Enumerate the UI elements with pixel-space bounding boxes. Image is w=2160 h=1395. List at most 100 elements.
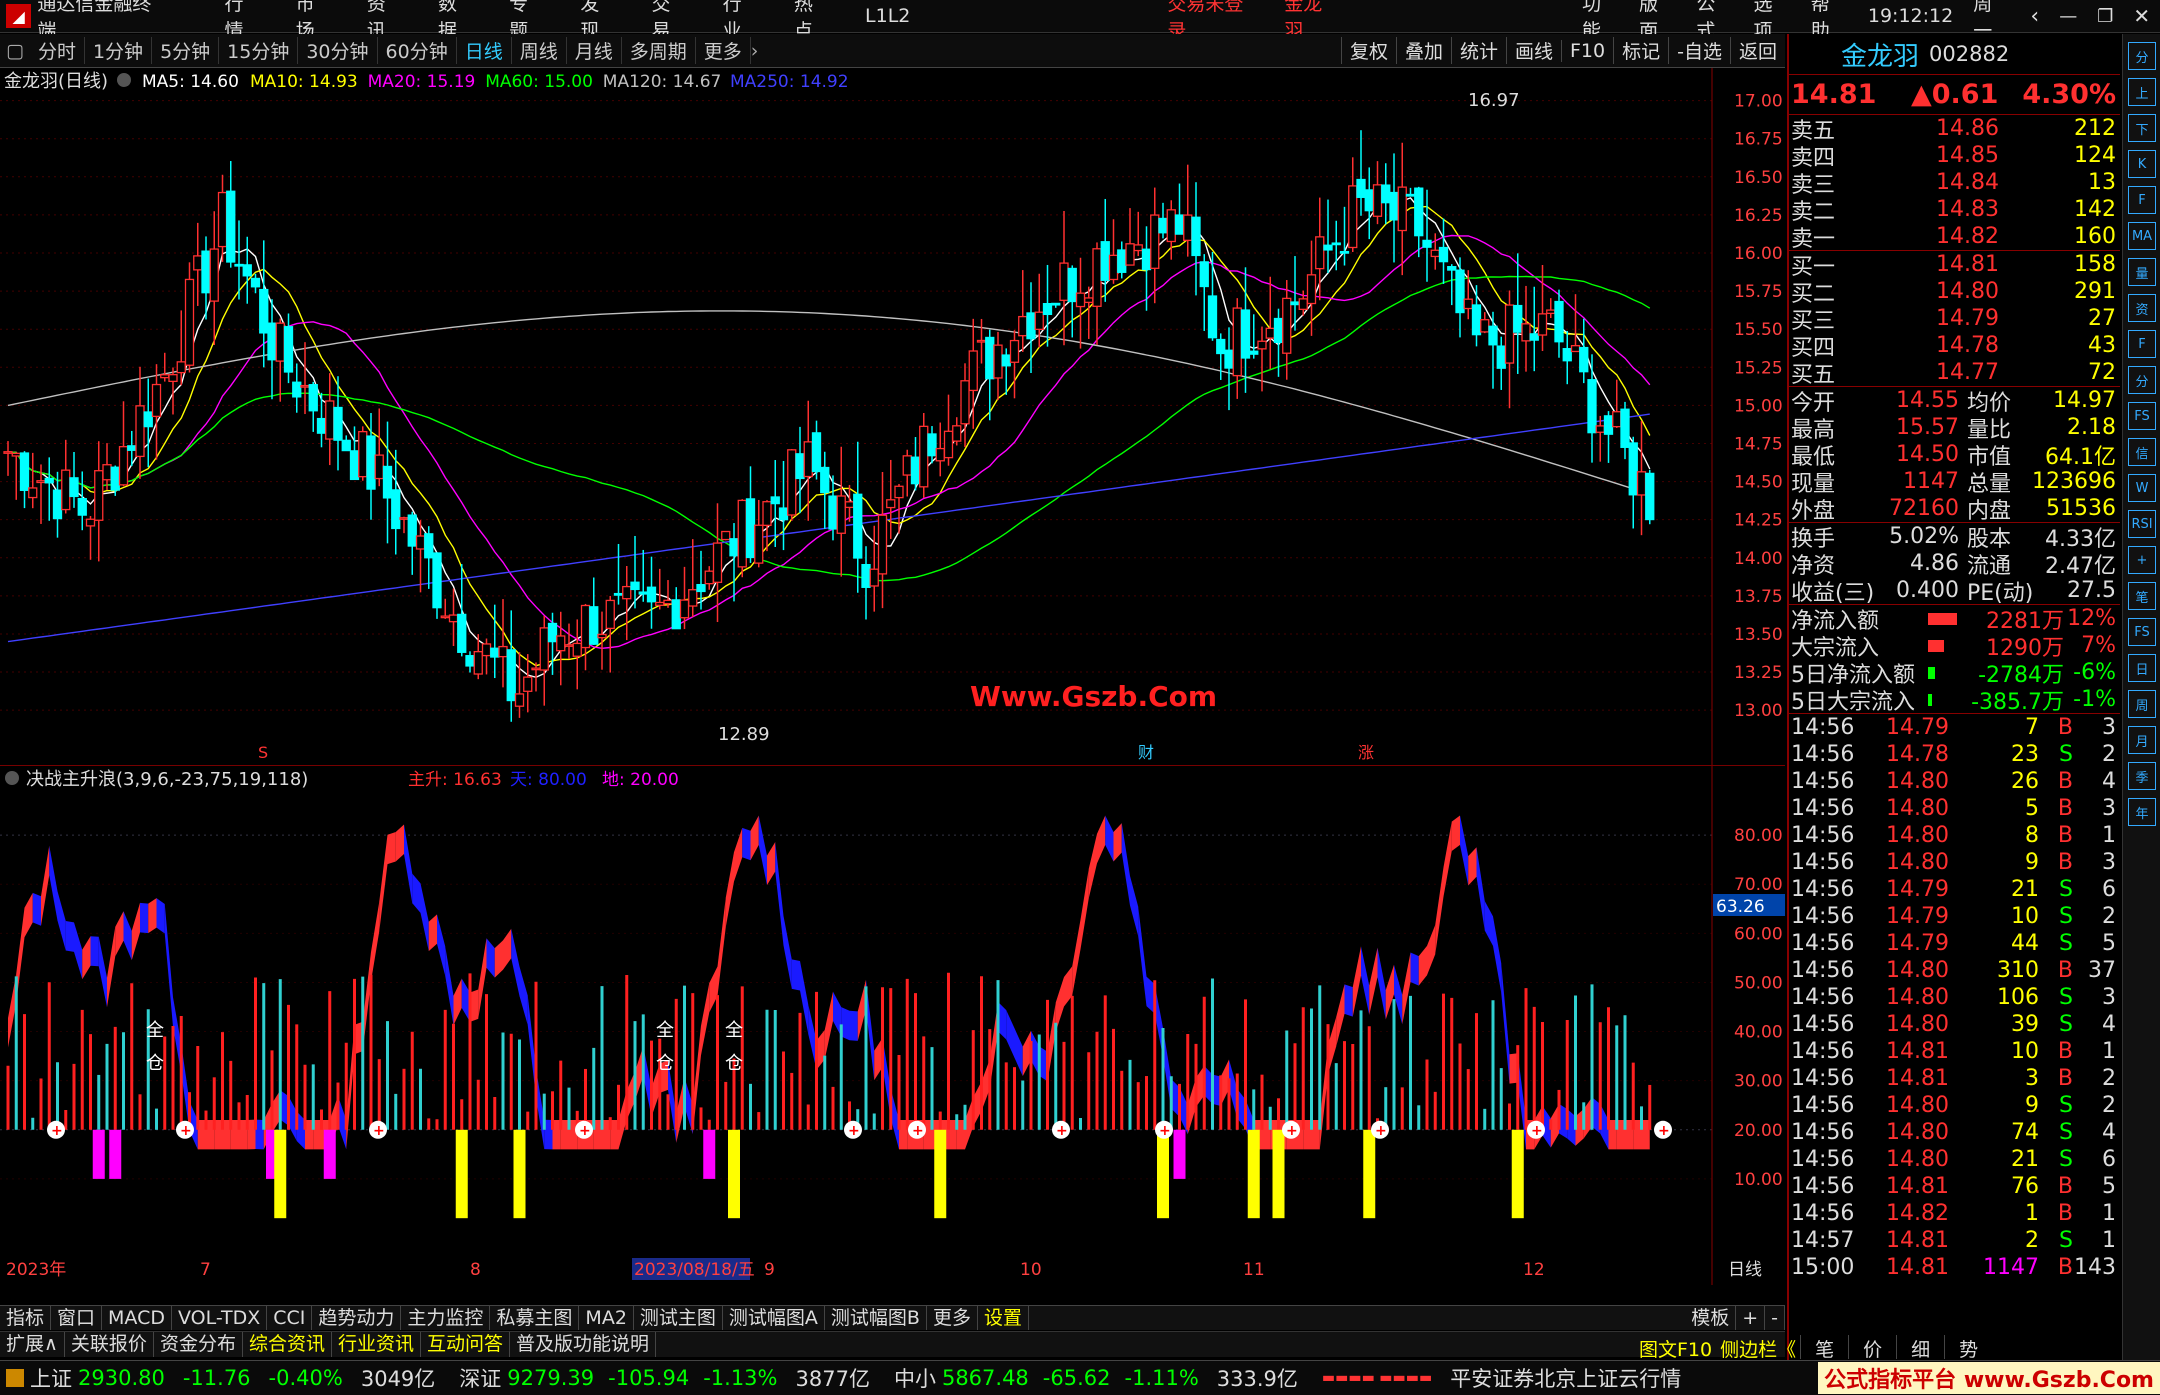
tool-diejia[interactable]: 叠加 [1395, 37, 1451, 64]
period-5min[interactable]: 5分钟 [152, 37, 220, 64]
sidebar-tool-icon[interactable]: 月 [2128, 726, 2156, 754]
tab-kuozhan[interactable]: 扩展∧ [0, 1332, 65, 1357]
tab-zonghe[interactable]: 综合资讯 [243, 1332, 332, 1357]
sidebar-tool-icon[interactable]: K [2128, 150, 2156, 178]
sidebar-tool-icon[interactable]: 笔 [2128, 582, 2156, 610]
sidebar-tool-icon[interactable]: 资 [2128, 294, 2156, 322]
sidebar-tool-icon[interactable]: F [2128, 330, 2156, 358]
tab-zijin[interactable]: 资金分布 [154, 1332, 243, 1357]
indicator-band-segment [453, 978, 462, 1026]
tool-fanhui[interactable]: 返回 [1729, 37, 1785, 64]
tick-count: 2 [2102, 1066, 2116, 1091]
tool-tongji[interactable]: 统计 [1450, 37, 1506, 64]
tab-ceshi-zhutu[interactable]: 测试主图 [634, 1306, 723, 1330]
candle-body [886, 499, 896, 509]
sidebar-tool-icon[interactable]: 年 [2128, 798, 2156, 826]
menu-item-l1l2[interactable]: L1L2 [865, 5, 910, 27]
settings-icon[interactable] [117, 73, 131, 87]
tab-cci[interactable]: CCI [267, 1306, 313, 1330]
sidebar-tool-icon[interactable]: 信 [2128, 438, 2156, 466]
tab-xi[interactable]: 细 [1896, 1335, 1944, 1361]
zx-label[interactable]: 中小 [894, 1363, 936, 1393]
tab-hangye[interactable]: 行业资讯 [332, 1332, 421, 1357]
sidebar-tool-icon[interactable]: 分 [2128, 42, 2156, 70]
sidebar-tool-icon[interactable]: 下 [2128, 114, 2156, 142]
tool-huaxian[interactable]: 画线 [1505, 37, 1561, 64]
sidebar-tool-icon[interactable]: W [2128, 474, 2156, 502]
sidebar-tool-icon[interactable]: F [2128, 186, 2156, 214]
indicator-band-segment [98, 936, 107, 1008]
sh-amount: 3049亿 [360, 1367, 436, 1391]
tab-hudong[interactable]: 互动问答 [421, 1332, 510, 1357]
period-weekly[interactable]: 周线 [512, 37, 567, 64]
tab-ceshi-futu-b[interactable]: 测试幅图B [825, 1306, 927, 1330]
restore-icon[interactable]: ❐ [2097, 6, 2113, 27]
sidebar-tool-icon[interactable]: 日 [2128, 654, 2156, 682]
tab-ma2[interactable]: MA2 [579, 1306, 634, 1330]
tick-volume: 310 [1997, 958, 2039, 983]
sidebar-tool-icon[interactable]: 周 [2128, 690, 2156, 718]
period-1min[interactable]: 1分钟 [85, 37, 153, 64]
period-15min[interactable]: 15分钟 [219, 37, 299, 64]
tool-zixuan[interactable]: -自选 [1668, 37, 1730, 64]
tab-guanlian[interactable]: 关联报价 [65, 1332, 154, 1357]
ma-label: MA10: 14.93 [250, 72, 358, 92]
tab-bi[interactable]: 笔 [1800, 1335, 1848, 1361]
tab-chuangkou[interactable]: 窗口 [51, 1306, 103, 1330]
period-30min[interactable]: 30分钟 [298, 37, 378, 64]
tick-row: 14:57 14.81 2 S 1 [1789, 1227, 2120, 1254]
tool-biaoji[interactable]: 标记 [1613, 37, 1668, 64]
tab-add[interactable]: + [1736, 1306, 1766, 1330]
tab-remove[interactable]: - [1765, 1306, 1785, 1330]
sidebar-tool-icon[interactable]: 分 [2128, 366, 2156, 394]
tab-tuwen-f10[interactable]: 图文F10 [1635, 1335, 1716, 1361]
tab-simu[interactable]: 私募主图 [490, 1306, 580, 1330]
chevron-right-icon[interactable]: › [751, 40, 759, 62]
sidebar-tool-icon[interactable]: RSI [2128, 510, 2156, 538]
period-60min[interactable]: 60分钟 [378, 37, 457, 64]
collapse-icon[interactable]: ▢ [0, 40, 30, 62]
tab-more[interactable]: 更多 [927, 1306, 978, 1330]
sidebar-tool-icon[interactable]: + [2128, 546, 2156, 574]
minimize-icon[interactable]: — [2059, 6, 2077, 27]
sidebar-tool-icon[interactable]: 上 [2128, 78, 2156, 106]
candle-body [44, 477, 54, 484]
tab-settings[interactable]: 设置 [978, 1306, 1029, 1330]
candlestick-chart[interactable]: 17.00 16.75 16.50 16.25 16.00 15.75 15.50 15.25… [0, 68, 1785, 765]
indicator-settings-icon[interactable] [5, 771, 19, 785]
period-monthly[interactable]: 月线 [567, 37, 622, 64]
tab-macd[interactable]: MACD [102, 1306, 172, 1330]
back-icon[interactable]: ‹ [2030, 4, 2039, 29]
tab-ceshi-futu-a[interactable]: 测试幅图A [723, 1306, 825, 1330]
tab-zhibiao[interactable]: 指标 [0, 1306, 52, 1330]
tab-qushi[interactable]: 趋势动力 [312, 1306, 402, 1330]
tab-shi[interactable]: 势 [1944, 1335, 1992, 1361]
candle-body [580, 604, 591, 649]
sidebar-tool-icon[interactable]: 量 [2128, 258, 2156, 286]
tick-price: 14.80 [1886, 985, 1949, 1010]
indicator-chart[interactable]: + + + + + + + + + + + + 80.00 70.00 60.00 50.00 40.00 30… [0, 765, 1785, 1285]
bid-volume: 27 [2088, 306, 2116, 331]
tab-jia[interactable]: 价 [1848, 1335, 1896, 1361]
sidebar-tool-icon[interactable]: MA [2128, 222, 2156, 250]
close-icon[interactable]: ✕ [2133, 4, 2150, 28]
period-multi[interactable]: 多周期 [622, 37, 696, 64]
tick-price: 14.80 [1886, 1012, 1949, 1037]
tab-vol[interactable]: VOL-TDX [172, 1306, 268, 1330]
sidebar-tool-icon[interactable]: FS [2128, 618, 2156, 646]
tool-fuquan[interactable]: 复权 [1340, 37, 1396, 64]
sidebar-tool-icon[interactable]: FS [2128, 402, 2156, 430]
sz-label[interactable]: 深证 [459, 1363, 501, 1393]
tab-puji[interactable]: 普及版功能说明 [510, 1332, 657, 1357]
tool-f10[interactable]: F10 [1561, 39, 1613, 62]
tab-zhuli[interactable]: 主力监控 [401, 1306, 491, 1330]
tab-cebianlan[interactable]: 侧边栏《 [1716, 1335, 1800, 1361]
period-daily[interactable]: 日线 [457, 37, 512, 64]
side-tabs: 图文F10 侧边栏《 笔 价 细 势 [1635, 1335, 2120, 1361]
tick-list[interactable]: 14:56 14.79 7 B 3 14:56 14.78 23 S 2 14:56 14.80 26 B… [1789, 713, 2120, 1281]
sidebar-tool-icon[interactable]: 季 [2128, 762, 2156, 790]
period-fenshi[interactable]: 分时 [30, 37, 85, 64]
period-more[interactable]: 更多 [696, 37, 751, 64]
tab-template[interactable]: 模板 [1685, 1306, 1737, 1330]
sh-label[interactable]: 上证 [30, 1363, 72, 1393]
